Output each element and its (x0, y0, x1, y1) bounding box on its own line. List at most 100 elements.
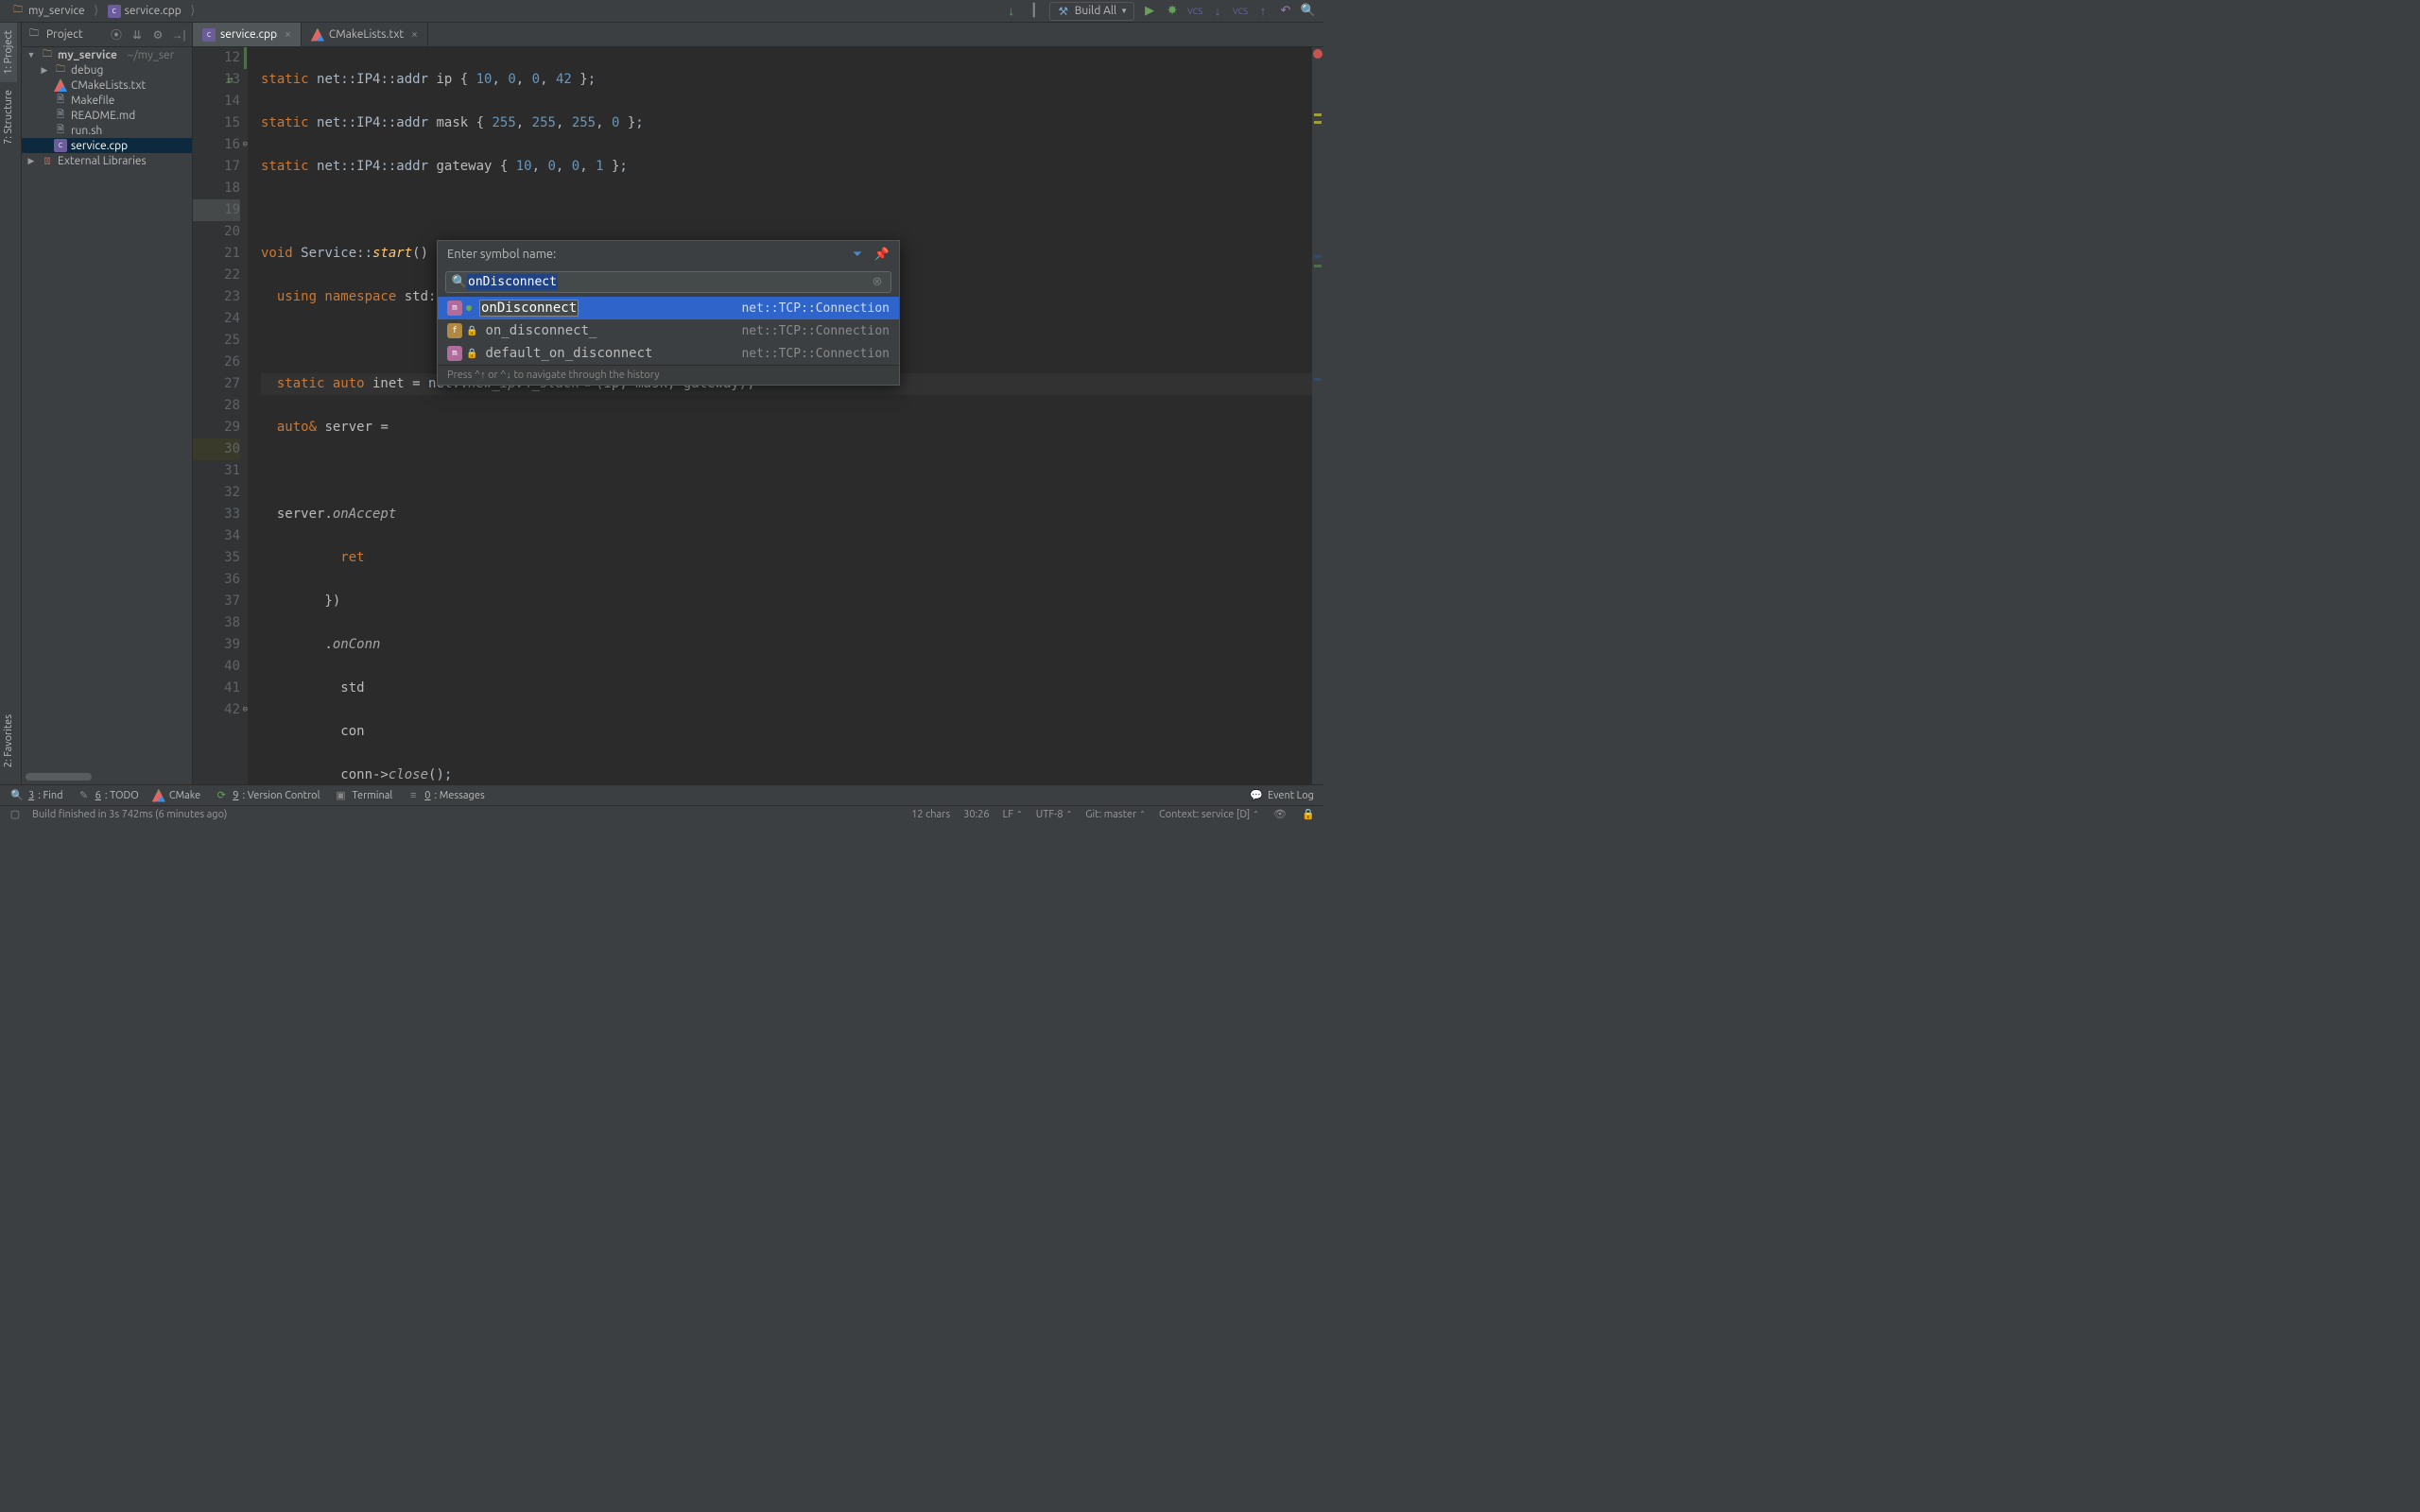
tool-version-control[interactable]: ⟳ 9: Version Control (214, 788, 320, 803)
build-config-select[interactable]: ⚒ Build All ▼ (1049, 2, 1134, 21)
tool-todo[interactable]: ✎ 6: TODO (77, 788, 139, 803)
close-icon[interactable]: × (411, 28, 418, 41)
project-panel: 🗀 Project ⦿ ⇊ ⚙ →| ▼ 🗀 my_service ~/my_s… (22, 23, 193, 784)
tree-item-label: debug (71, 64, 103, 77)
updates-icon[interactable]: ↓ (1004, 4, 1019, 19)
cmake-icon (152, 789, 165, 802)
chevron-icon: ⌃ (1066, 810, 1073, 818)
vcs-icon: ⟳ (214, 788, 229, 803)
tree-item-label: run.sh (71, 125, 102, 137)
tree-item-debug[interactable]: ▶ 🗀 debug (22, 62, 192, 77)
lock-icon: 🔒 (466, 349, 477, 359)
tool-terminal[interactable]: ▣ Terminal (333, 788, 392, 803)
result-row[interactable]: m 🔒 default_on_disconnect net::TCP::Conn… (438, 342, 899, 365)
chevron-icon: ⌃ (1253, 810, 1259, 818)
tree-item-cmakelists[interactable]: CMakeLists.txt (22, 77, 192, 93)
cpp-file-icon: C (108, 5, 121, 18)
dock-tab-project[interactable]: 1: Project (0, 23, 17, 82)
tree-external-libs[interactable]: ▶ ⫾⫾ External Libraries (22, 153, 192, 168)
inspection-icon[interactable]: 👁 (1272, 807, 1288, 822)
tool-messages[interactable]: ≡ 0: Messages (406, 788, 484, 803)
code-text[interactable]: static net::IP4::addr ip { 10, 0, 0, 42 … (248, 47, 1323, 784)
tool-label: Terminal (352, 790, 392, 801)
project-tree[interactable]: ▼ 🗀 my_service ~/my_ser ▶ 🗀 debug CMakeL… (22, 47, 192, 784)
tool-cmake[interactable]: CMake (152, 789, 200, 802)
chevron-down-icon: ▼ (1120, 7, 1128, 15)
popup-header: Enter symbol name: ⏷ 📌 (438, 241, 899, 267)
tree-item-makefile[interactable]: 🗎 Makefile (22, 93, 192, 108)
pin-icon[interactable]: 📌 (874, 247, 890, 262)
error-stripe-icon[interactable] (1313, 49, 1322, 59)
arrow-right-icon: ▶ (26, 156, 37, 166)
tree-item-readme[interactable]: 🗎 README.md (22, 108, 192, 123)
clear-icon[interactable]: ⊗ (870, 275, 885, 290)
mnemonic: 6 (95, 790, 101, 801)
vcs-label: VCS (1187, 7, 1202, 16)
vcs-update-icon[interactable]: ↓ (1210, 4, 1225, 19)
tree-item-runsh[interactable]: 🗎 run.sh (22, 123, 192, 138)
mnemonic: 9 (233, 790, 238, 801)
run-icon[interactable]: ▶ (1142, 4, 1157, 19)
vcs-commit-icon[interactable]: ↑ (1255, 4, 1270, 19)
messages-icon: ≡ (406, 788, 421, 803)
method-icon: m (447, 346, 462, 361)
editor-tab-service-cpp[interactable]: C service.cpp × (193, 23, 302, 46)
tree-item-label: README.md (71, 110, 135, 122)
search-icon: 🔍 (9, 788, 25, 803)
debug-icon[interactable]: ✸ (1165, 4, 1180, 19)
vcs-label: VCS (1233, 7, 1248, 16)
editor-scrollbar[interactable] (1312, 47, 1323, 784)
top-breadcrumb-bar: 🗀 my_service ⟩ C service.cpp ⟩ ↓ ┃ ⚒ Bui… (0, 0, 1323, 23)
tree-root[interactable]: ▼ 🗀 my_service ~/my_ser (22, 47, 192, 62)
search-query-text[interactable]: onDisconnect (467, 274, 558, 290)
tool-label: Event Log (1268, 790, 1314, 801)
separator-icon: ┃ (1027, 4, 1042, 19)
dock-tab-structure[interactable]: 7: Structure (0, 82, 17, 152)
search-icon: 🔍 (452, 275, 467, 290)
filter-icon[interactable]: ⏷ (850, 247, 865, 262)
breadcrumb-file[interactable]: C service.cpp (104, 4, 185, 19)
dock-tab-favorites[interactable]: 2: Favorites (0, 707, 17, 775)
result-context-label: net::TCP::Connection (741, 324, 890, 338)
tree-root-label: my_service (58, 49, 117, 61)
close-icon[interactable]: × (285, 28, 291, 41)
project-panel-header: 🗀 Project ⦿ ⇊ ⚙ →| (22, 23, 192, 47)
tree-item-label: Makefile (71, 94, 114, 107)
horizontal-scrollbar[interactable] (26, 773, 92, 781)
popup-search-wrap: 🔍 onDisconnect ⊗ (438, 267, 899, 297)
mnemonic: 3 (28, 790, 34, 801)
status-encoding[interactable]: UTF-8⌃ (1036, 807, 1073, 822)
symbol-search-input[interactable] (558, 274, 870, 290)
symbol-search-popup: Enter symbol name: ⏷ 📌 🔍 onDisconnect ⊗ … (437, 240, 900, 386)
status-caret-position: 30:26 (963, 807, 990, 822)
tool-find[interactable]: 🔍 3: Find (9, 788, 63, 803)
status-line-separator[interactable]: LF⌃ (1003, 807, 1023, 822)
scroll-target-icon[interactable]: ⦿ (109, 27, 124, 43)
revert-icon[interactable]: ↶ (1278, 4, 1293, 19)
status-git-branch[interactable]: Git: master⌃ (1085, 807, 1146, 822)
collapse-all-icon[interactable]: ⇊ (130, 27, 145, 43)
editor-tab-cmakelists[interactable]: CMakeLists.txt × (302, 23, 428, 46)
lock-icon[interactable]: 🔒 (1301, 807, 1316, 822)
hide-panel-icon[interactable]: →| (171, 27, 186, 43)
left-dock: 1: Project 7: Structure 2: Favorites (0, 23, 22, 784)
gutter[interactable]: 12 13⇄ 14 15 16⊖ 17 18 19 20 21 22 23 24… (193, 47, 248, 784)
popup-search-box[interactable]: 🔍 onDisconnect ⊗ (445, 271, 891, 293)
result-row[interactable]: m onDisconnect net::TCP::Connection (438, 297, 899, 319)
editor-body[interactable]: 12 13⇄ 14 15 16⊖ 17 18 19 20 21 22 23 24… (193, 47, 1323, 784)
search-icon[interactable]: 🔍 (1301, 4, 1316, 19)
cpp-file-icon: C (202, 28, 216, 42)
breadcrumb-project[interactable]: 🗀 my_service (8, 4, 89, 19)
status-context[interactable]: Context: service [D]⌃ (1159, 807, 1259, 822)
status-text: LF (1003, 809, 1013, 820)
todo-icon: ✎ (77, 788, 92, 803)
gear-icon[interactable]: ⚙ (150, 27, 165, 43)
tool-window-toggle-icon[interactable]: ▢ (8, 807, 23, 822)
tool-event-log[interactable]: 💬 Event Log (1249, 788, 1314, 803)
project-view-icon: 🗀 (27, 28, 41, 42)
editor-tab-label: CMakeLists.txt (329, 28, 404, 41)
result-row[interactable]: f 🔒 on_disconnect_ net::TCP::Connection (438, 319, 899, 342)
tree-item-service-cpp[interactable]: C service.cpp (22, 138, 192, 153)
popup-results: m onDisconnect net::TCP::Connection f 🔒 … (438, 297, 899, 365)
editor-tab-label: service.cpp (220, 28, 277, 41)
